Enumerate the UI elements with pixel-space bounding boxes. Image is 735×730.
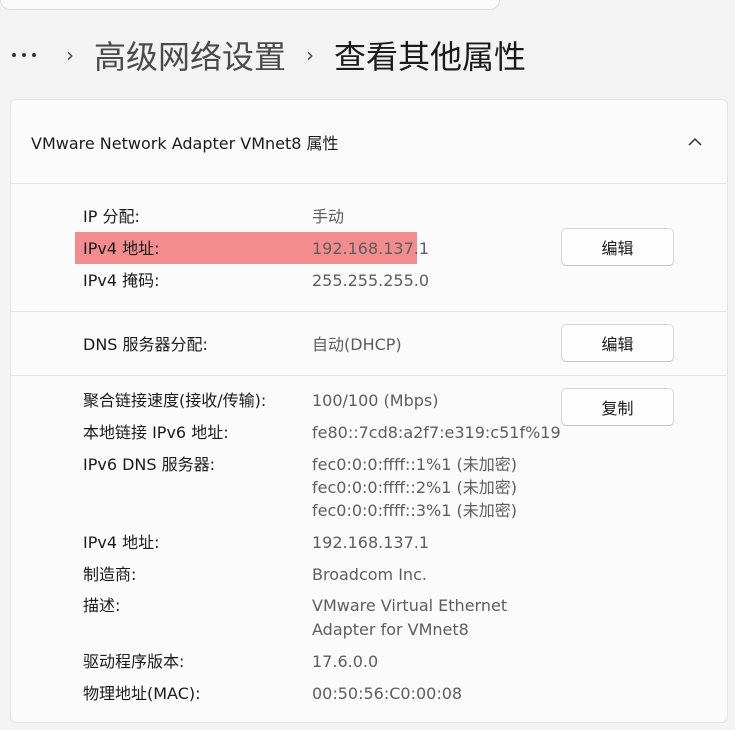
manufacturer-value: Broadcom Inc. [312,565,427,584]
mac-address-label: 物理地址(MAC): [83,684,201,703]
ipv6-dns-value: fec0:0:0:ffff::1%1 (未加密) [312,455,517,474]
card-header[interactable]: VMware Network Adapter VMnet8 属性 [11,100,727,184]
more-icon[interactable] [12,35,46,75]
ip-section: IP 分配: 手动 IPv4 地址: 192.168.137.1 IPv4 掩码… [11,184,727,312]
dns-assignment-value: 自动(DHCP) [312,335,402,354]
ipv4-mask-value: 255.255.255.0 [312,271,430,290]
ipv4-address-info-value: 192.168.137.1 [312,533,430,552]
search-box-edge [0,0,500,10]
ipv4-address-info-label: IPv4 地址: [83,533,160,552]
ipv6-address-value: fe80::7cd8:a2f7:e319:c51f%19 [312,423,561,442]
breadcrumb: › 高级网络设置 › 查看其他属性 [12,30,526,80]
page-title: 查看其他属性 [334,38,527,76]
adapter-properties-card: VMware Network Adapter VMnet8 属性 IP 分配: … [10,99,728,723]
description-value: Adapter for VMnet8 [312,620,469,639]
ipv4-address-label: IPv4 地址: [83,239,160,258]
breadcrumb-advanced-network-settings[interactable]: 高级网络设置 [94,32,286,78]
ipv6-address-label: 本地链接 IPv6 地址: [83,423,229,442]
chevron-right-icon: › [306,43,315,67]
mac-address-value: 00:50:56:C0:00:08 [312,684,463,703]
chevron-up-icon[interactable] [683,130,707,154]
ip-assignment-value: 手动 [312,207,345,226]
ipv4-mask-label: IPv4 掩码: [83,271,160,290]
dns-section: DNS 服务器分配: 自动(DHCP) 编辑 [11,312,727,376]
driver-version-label: 驱动程序版本: [83,652,185,671]
ipv4-address-value: 192.168.137.1 [312,239,430,258]
info-section: 复制 聚合链接速度(接收/传输): 100/100 (Mbps) 本地链接 IP… [11,376,727,720]
link-speed-label: 聚合链接速度(接收/传输): [83,391,267,410]
copy-button[interactable]: 复制 [561,388,674,426]
edit-dns-button[interactable]: 编辑 [561,324,674,362]
manufacturer-label: 制造商: [83,565,137,584]
chevron-right-icon: › [66,43,74,67]
ipv6-dns-label: IPv6 DNS 服务器: [83,455,216,474]
description-label: 描述: [83,596,121,615]
edit-ip-button[interactable]: 编辑 [561,228,674,266]
card-title: VMware Network Adapter VMnet8 属性 [31,133,339,153]
ip-assignment-label: IP 分配: [83,207,140,226]
description-value: VMware Virtual Ethernet [312,596,508,615]
driver-version-value: 17.6.0.0 [312,652,379,671]
ipv6-dns-value: fec0:0:0:ffff::3%1 (未加密) [312,501,517,520]
ipv6-dns-value: fec0:0:0:ffff::2%1 (未加密) [312,478,517,497]
link-speed-value: 100/100 (Mbps) [312,391,439,410]
dns-assignment-label: DNS 服务器分配: [83,335,208,354]
